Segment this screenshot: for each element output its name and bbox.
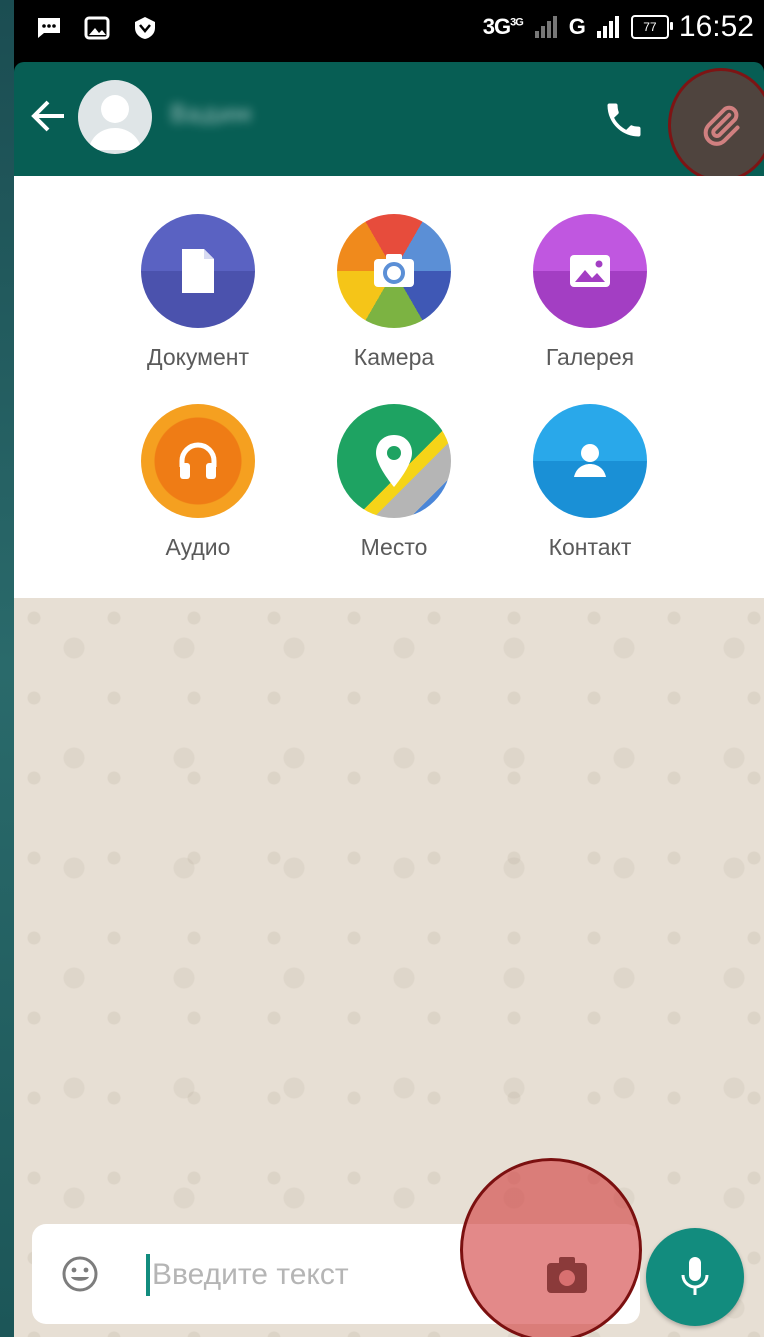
attach-document-label: Документ xyxy=(146,344,250,370)
notification-icons xyxy=(36,16,158,40)
attach-button[interactable] xyxy=(668,68,764,182)
voice-message-button[interactable] xyxy=(646,1228,744,1326)
gallery-icon xyxy=(533,214,647,328)
chat-header: Вадим xyxy=(14,62,764,182)
emoji-button[interactable] xyxy=(60,1254,100,1294)
person-icon xyxy=(533,404,647,518)
attach-gallery[interactable]: Галерея xyxy=(500,214,680,371)
camera-icon xyxy=(337,214,451,328)
message-input[interactable] xyxy=(150,1246,474,1304)
back-arrow-icon xyxy=(31,100,64,132)
attach-camera[interactable]: Камера xyxy=(304,214,484,371)
camera-highlight xyxy=(460,1158,642,1337)
attach-contact[interactable]: Контакт xyxy=(500,404,680,561)
phone-screen: 3G3G G 77 16:52 Вадим Документ Камера Га… xyxy=(14,0,764,1337)
paperclip-icon xyxy=(703,105,740,146)
attach-contact-label: Контакт xyxy=(548,534,632,560)
attach-camera-label: Камера xyxy=(353,344,435,370)
attach-location-label: Место xyxy=(360,534,428,560)
contact-name[interactable]: Вадим xyxy=(170,100,270,128)
camera-icon xyxy=(547,1257,587,1293)
image-icon xyxy=(84,16,110,40)
network-1-label: 3G3G xyxy=(482,14,524,39)
status-bar: 3G3G G 77 16:52 xyxy=(14,0,764,62)
network-2-label: G xyxy=(568,14,586,39)
background-strip xyxy=(0,0,14,1337)
message-icon xyxy=(36,16,62,40)
attach-gallery-label: Галерея xyxy=(545,344,635,370)
attach-audio[interactable]: Аудио xyxy=(108,404,288,561)
signal-icon xyxy=(596,16,619,38)
clock: 16:52 xyxy=(678,10,754,43)
headphones-icon xyxy=(141,404,255,518)
attachment-panel: Документ Камера Галерея Аудио Место Конт… xyxy=(14,176,764,598)
signal-icon xyxy=(534,16,557,38)
attach-document[interactable]: Документ xyxy=(108,214,288,371)
location-pin-icon xyxy=(337,404,451,518)
avatar[interactable] xyxy=(78,80,152,154)
document-icon xyxy=(141,214,255,328)
camera-button[interactable] xyxy=(544,1254,590,1296)
battery-icon: 77 xyxy=(630,15,673,39)
attach-audio-label: Аудио xyxy=(165,534,231,560)
microphone-icon xyxy=(681,1257,709,1295)
shield-icon xyxy=(132,16,158,40)
voice-call-button[interactable] xyxy=(602,98,646,142)
avatar-icon xyxy=(88,95,142,150)
phone-icon xyxy=(607,103,641,137)
back-button[interactable] xyxy=(28,96,68,136)
system-indicators: 3G3G G 77 16:52 xyxy=(483,10,754,44)
emoji-icon xyxy=(62,1256,98,1292)
attach-location[interactable]: Место xyxy=(304,404,484,561)
